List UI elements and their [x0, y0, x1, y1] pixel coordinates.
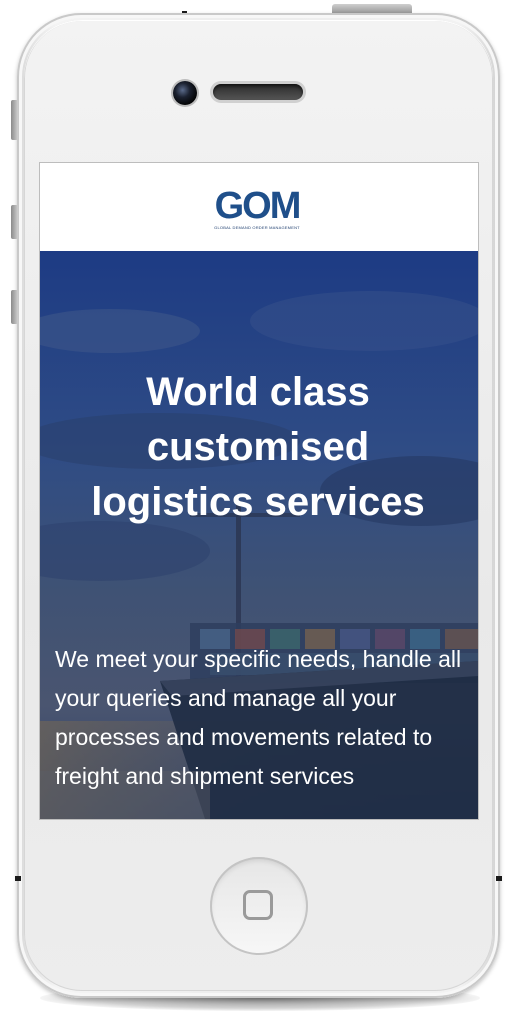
hero-title-line: customised	[146, 425, 370, 469]
phone-screen: GOM GLOBAL DEMAND ORDER MANAGEMENT World…	[40, 163, 478, 819]
hero-description: We meet your specific needs, handle all …	[55, 646, 462, 789]
brand-logo[interactable]: GOM GLOBAL DEMAND ORDER MANAGEMENT	[208, 187, 306, 233]
antenna-band-left	[15, 876, 21, 881]
hero-banner: World class customised logistics service…	[40, 251, 478, 819]
antenna-band-right	[496, 876, 502, 881]
volume-down-button	[11, 290, 18, 324]
hero-title: World class customised logistics service…	[48, 365, 468, 530]
front-camera-icon	[173, 81, 197, 105]
power-button	[332, 4, 412, 13]
square-icon	[243, 890, 273, 920]
site-header: GOM GLOBAL DEMAND ORDER MANAGEMENT	[40, 163, 478, 251]
logo-tagline: GLOBAL DEMAND ORDER MANAGEMENT	[214, 225, 300, 230]
home-button[interactable]	[210, 857, 308, 955]
earpiece-speaker	[213, 84, 303, 100]
hero-title-line: World class	[146, 370, 370, 414]
hero-content: World class customised logistics service…	[40, 251, 478, 819]
volume-up-button	[11, 205, 18, 239]
hero-title-line: logistics services	[91, 480, 425, 524]
device-mockup: GOM GLOBAL DEMAND ORDER MANAGEMENT World…	[0, 0, 517, 1023]
mute-switch	[11, 100, 18, 140]
logo-mark: GOM	[214, 185, 302, 227]
